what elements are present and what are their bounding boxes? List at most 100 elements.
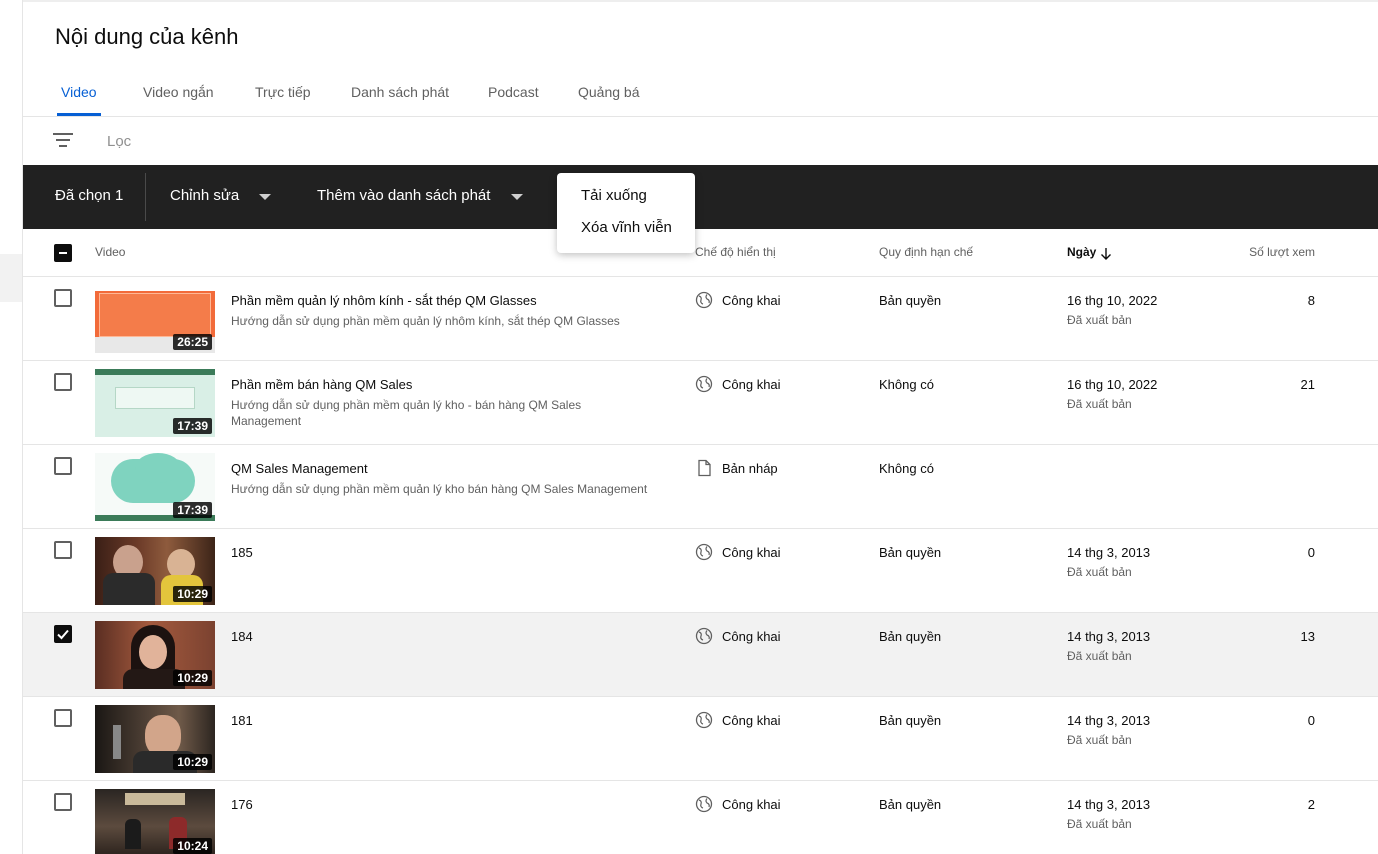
chevron-down-icon[interactable] <box>511 194 523 200</box>
publish-date: 16 thg 10, 2022 <box>1067 377 1158 392</box>
add-to-playlist-button[interactable]: Thêm vào danh sách phát <box>317 187 490 204</box>
duration-badge: 10:29 <box>173 586 212 602</box>
header-date[interactable]: Ngày <box>1067 245 1096 259</box>
tab-podcast[interactable]: Podcast <box>488 68 539 116</box>
header-video: Video <box>95 245 126 259</box>
check-icon <box>57 629 69 640</box>
filter-input[interactable]: Lọc <box>107 133 131 150</box>
duration-badge: 17:39 <box>173 502 212 518</box>
sort-arrow-down-icon[interactable] <box>1100 247 1112 261</box>
visibility-label[interactable]: Công khai <box>722 377 781 392</box>
restrictions-label[interactable]: Không có <box>879 461 934 476</box>
video-title[interactable]: 185 <box>231 545 253 560</box>
duration-badge: 26:25 <box>173 334 212 350</box>
table-row[interactable]: 10:29 184 Công khai Bản quyền 14 thg 3, … <box>23 613 1378 697</box>
header-restrictions: Quy định hạn chế <box>879 245 974 259</box>
video-title[interactable]: Phần mềm quản lý nhôm kính - sắt thép QM… <box>231 293 537 308</box>
filter-bar[interactable]: Lọc <box>23 117 1378 165</box>
chevron-down-icon[interactable] <box>259 194 271 200</box>
tab-promotions[interactable]: Quảng bá <box>578 68 640 116</box>
publish-status: Đã xuất bản <box>1067 313 1132 327</box>
video-title[interactable]: 181 <box>231 713 253 728</box>
video-title[interactable]: 176 <box>231 797 253 812</box>
tab-video[interactable]: Video <box>57 68 101 116</box>
table-row[interactable]: 17:39 QM Sales Management Hướng dẫn sử d… <box>23 445 1378 529</box>
publish-date: 14 thg 3, 2013 <box>1067 713 1151 728</box>
action-bar-divider <box>145 173 146 221</box>
row-checkbox[interactable] <box>54 373 72 391</box>
view-count: 0 <box>1307 545 1315 560</box>
content-tabs: Video Video ngắn Trực tiếp Danh sách phá… <box>23 68 1378 117</box>
table-row[interactable]: 17:39 Phần mềm bán hàng QM Sales Hướng d… <box>23 361 1378 445</box>
video-thumbnail[interactable]: 10:29 <box>95 537 215 605</box>
publish-date: 14 thg 3, 2013 <box>1067 629 1151 644</box>
selected-count: Đã chọn 1 <box>55 187 124 204</box>
globe-icon <box>695 795 713 813</box>
tab-playlists[interactable]: Danh sách phát <box>351 68 449 116</box>
visibility-label[interactable]: Công khai <box>722 629 781 644</box>
table-row[interactable]: 10:29 181 Công khai Bản quyền 14 thg 3, … <box>23 697 1378 781</box>
video-thumbnail[interactable]: 10:29 <box>95 621 215 689</box>
left-sidebar-edge <box>0 0 23 854</box>
menu-item-delete-forever[interactable]: Xóa vĩnh viễn <box>581 219 672 236</box>
globe-icon <box>695 375 713 393</box>
duration-badge: 10:29 <box>173 754 212 770</box>
video-description: Hướng dẫn sử dụng phần mềm quản lý nhôm … <box>231 314 620 328</box>
video-title[interactable]: Phần mềm bán hàng QM Sales <box>231 377 412 392</box>
table-row[interactable]: 10:24 176 Công khai Bản quyền 14 thg 3, … <box>23 781 1378 854</box>
header-visibility: Chế độ hiển thị <box>695 245 776 259</box>
publish-status: Đã xuất bản <box>1067 649 1132 663</box>
row-checkbox[interactable] <box>54 289 72 307</box>
duration-badge: 10:29 <box>173 670 212 686</box>
row-checkbox[interactable] <box>54 625 72 643</box>
more-actions-menu: Tải xuống Xóa vĩnh viễn <box>557 173 695 253</box>
view-count: 21 <box>1300 377 1315 392</box>
video-thumbnail[interactable]: 10:29 <box>95 705 215 773</box>
visibility-label[interactable]: Công khai <box>722 713 781 728</box>
row-checkbox[interactable] <box>54 709 72 727</box>
row-checkbox[interactable] <box>54 793 72 811</box>
visibility-label[interactable]: Công khai <box>722 293 781 308</box>
video-thumbnail[interactable]: 26:25 <box>95 285 215 353</box>
video-thumbnail[interactable]: 17:39 <box>95 369 215 437</box>
video-title[interactable]: QM Sales Management <box>231 461 368 476</box>
restrictions-label[interactable]: Bản quyền <box>879 713 941 728</box>
restrictions-label[interactable]: Bản quyền <box>879 545 941 560</box>
globe-icon <box>695 291 713 309</box>
video-thumbnail[interactable]: 10:24 <box>95 789 215 854</box>
tab-shorts[interactable]: Video ngắn <box>143 68 214 116</box>
publish-date: 14 thg 3, 2013 <box>1067 545 1151 560</box>
tab-live[interactable]: Trực tiếp <box>255 68 311 116</box>
sidebar-active-indicator <box>0 254 22 302</box>
publish-status: Đã xuất bản <box>1067 733 1132 747</box>
video-title[interactable]: 184 <box>231 629 253 644</box>
view-count: 8 <box>1307 293 1315 308</box>
row-checkbox[interactable] <box>54 457 72 475</box>
visibility-label[interactable]: Công khai <box>722 545 781 560</box>
menu-item-download[interactable]: Tải xuống <box>581 187 647 204</box>
table-row[interactable]: 10:29 185 Công khai Bản quyền 14 thg 3, … <box>23 529 1378 613</box>
row-checkbox[interactable] <box>54 541 72 559</box>
selection-action-bar: Đã chọn 1 Chỉnh sửa Thêm vào danh sách p… <box>23 165 1378 229</box>
channel-content-page: Nội dung của kênh Video Video ngắn Trực … <box>0 0 1378 854</box>
globe-icon <box>695 627 713 645</box>
table-row[interactable]: 26:25 Phần mềm quản lý nhôm kính - sắt t… <box>23 277 1378 361</box>
restrictions-label[interactable]: Bản quyền <box>879 797 941 812</box>
edit-dropdown-button[interactable]: Chỉnh sửa <box>170 187 239 204</box>
visibility-label[interactable]: Công khai <box>722 797 781 812</box>
visibility-label[interactable]: Bản nháp <box>722 461 778 476</box>
publish-status: Đã xuất bản <box>1067 565 1132 579</box>
publish-date: 14 thg 3, 2013 <box>1067 797 1151 812</box>
video-description: Hướng dẫn sử dụng phần mềm quản lý kho b… <box>231 482 648 496</box>
view-count: 0 <box>1307 713 1315 728</box>
restrictions-label[interactable]: Không có <box>879 377 934 392</box>
video-thumbnail[interactable]: 17:39 <box>95 453 215 521</box>
header-views: Số lượt xem <box>1249 245 1315 259</box>
restrictions-label[interactable]: Bản quyền <box>879 293 941 308</box>
select-all-checkbox[interactable] <box>54 244 72 262</box>
restrictions-label[interactable]: Bản quyền <box>879 629 941 644</box>
publish-status: Đã xuất bản <box>1067 817 1132 831</box>
filter-icon[interactable] <box>53 133 73 149</box>
duration-badge: 17:39 <box>173 418 212 434</box>
video-description: Hướng dẫn sử dụng phần mềm quản lý kho -… <box>231 398 582 428</box>
